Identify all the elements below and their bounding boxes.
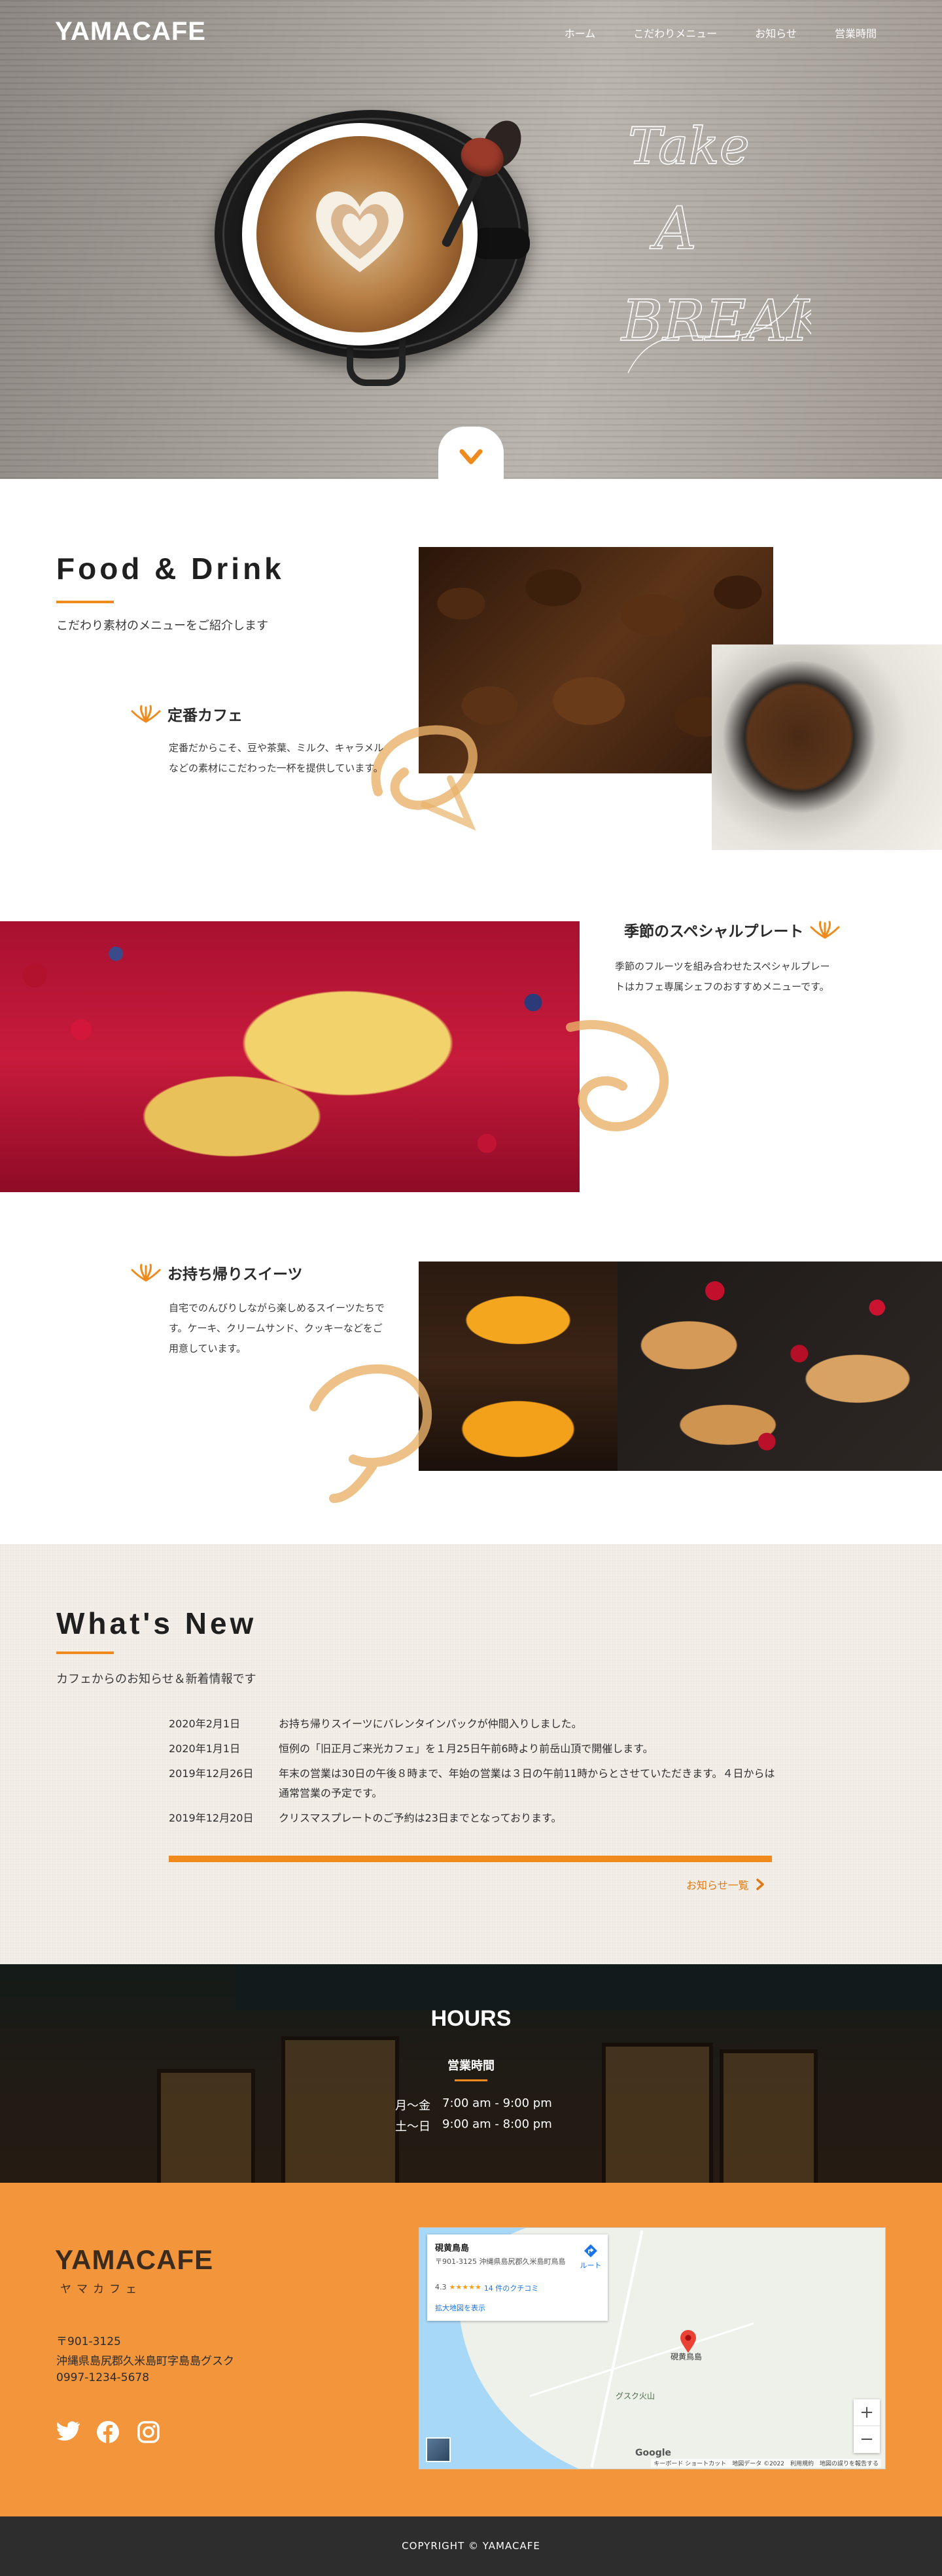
map-rating-value: 4.3: [435, 2283, 447, 2291]
map-satellite-toggle[interactable]: [426, 2437, 451, 2462]
hero-section: YAMACAFE ホーム こだわりメニュー お知らせ 営業時間 Take A B…: [0, 0, 942, 479]
news-text: 年末の営業は30日の午後８時まで、年始の営業は３日の午前11時からとさせていただ…: [279, 1767, 775, 1799]
chevron-down-icon: [459, 449, 483, 465]
hours-underline: [455, 2079, 487, 2081]
script-take: Take: [628, 117, 750, 176]
chevron-right-icon: [756, 1879, 764, 1890]
latte-heart-art: [316, 191, 404, 272]
map-peak-label: グスク火山: [616, 2391, 655, 2401]
map-pin-icon[interactable]: [680, 2330, 697, 2354]
footer-logo[interactable]: YAMACAFE: [55, 2244, 213, 2276]
crepe-plate-image: [0, 921, 580, 1192]
footer-phone[interactable]: 0997-1234-5678: [56, 2371, 149, 2384]
map-place-name: 硯黄鳥島: [435, 2244, 470, 2253]
news-list-label: お知らせ一覧: [686, 1879, 749, 1892]
star-icon: ★★★★★: [449, 2283, 481, 2291]
hours-time: 9:00 am - 8:00 pm: [442, 2117, 552, 2131]
title-underline: [56, 1651, 114, 1654]
script-a: A: [650, 194, 697, 263]
news-date: 2020年1月1日: [169, 1742, 241, 1755]
leaf-icon: [810, 921, 840, 939]
hero-script-text: Take A BREAK: [619, 116, 811, 374]
news-date: 2019年12月26日: [169, 1767, 254, 1780]
zoom-in-button[interactable]: +: [854, 2399, 880, 2426]
hours-section: [0, 1964, 942, 2183]
leaf-icon: [131, 705, 161, 723]
menu-item-1-heading: 定番カフェ: [131, 703, 243, 725]
hours-subtitle: 営業時間: [447, 2059, 495, 2073]
menu-item-2-desc: 季節のフルーツを組み合わせたスペシャルプレートはカフェ専属シェフのおすすめメニュ…: [615, 961, 830, 993]
facebook-icon[interactable]: [97, 2421, 119, 2443]
map-rating: 4.3 ★★★★★ 14 件のクチコミ: [435, 2283, 538, 2293]
map-reviews-link[interactable]: 14 件のクチコミ: [484, 2283, 539, 2293]
map-route-label: ルート: [580, 2261, 602, 2270]
decorative-swirl: [309, 1364, 432, 1503]
map-place-address: 〒901-3125 沖縄県島尻郡久米島町鳥島: [435, 2257, 566, 2266]
menu-item-3-desc: 自宅でのんびりしながら楽しめるスイーツたちです。ケーキ、クリームサンド、クッキー…: [169, 1302, 385, 1354]
news-text: クリスマスプレートのご予約は23日までとなっております。: [279, 1812, 562, 1824]
google-map[interactable]: 硯黄鳥島 〒901-3125 沖縄県島尻郡久米島町鳥島 4.3 ★★★★★ 14…: [419, 2227, 886, 2469]
main-nav: ホーム こだわりメニュー お知らせ 営業時間: [565, 25, 877, 41]
food-drink-subtitle: こだわり素材のメニューをご紹介します: [56, 619, 268, 633]
copyright: COPYRIGHT © YAMACAFE: [0, 2516, 942, 2576]
hours-row: 土〜日 9:00 am - 8:00 pm: [395, 2117, 552, 2134]
page: YAMACAFE ホーム こだわりメニュー お知らせ 営業時間 Take A B…: [0, 0, 942, 2576]
footer-logo-sub: ヤマカフェ: [60, 2283, 142, 2296]
menu-item-2-title: 季節のスペシャルプレート: [624, 923, 804, 940]
hours-days: 月〜金: [395, 2099, 430, 2113]
script-break: BREAK: [620, 289, 811, 354]
news-item[interactable]: 2020年1月1日 恒例の「旧正月ご来光カフェ」を１月25日午前6時より前岳山頂…: [169, 1739, 776, 1759]
news-subtitle: カフェからのお知らせ＆新着情報です: [56, 1672, 256, 1686]
scroll-down-button[interactable]: [438, 427, 504, 479]
news-title: What's New: [56, 1606, 257, 1640]
site-logo[interactable]: YAMACAFE: [55, 17, 206, 46]
zoom-out-button[interactable]: −: [854, 2426, 880, 2453]
nav-news[interactable]: お知らせ: [755, 25, 797, 41]
news-text: 恒例の「旧正月ご来光カフェ」を１月25日午前6時より前岳山頂で開催します。: [279, 1742, 654, 1755]
directions-icon: [584, 2244, 597, 2257]
hours-title: HOURS: [430, 2006, 512, 2031]
news-list-link[interactable]: お知らせ一覧: [686, 1877, 765, 1892]
menu-item-1-desc: 定番だからこそ、豆や茶葉、ミルク、キャラメルなどの素材にこだわった一杯を提供して…: [169, 742, 384, 774]
map-attribution[interactable]: キーボード ショートカット 地図データ ©2022 利用規約 地図の誤りを報告す…: [651, 2459, 881, 2467]
map-place-card: 硯黄鳥島 〒901-3125 沖縄県島尻郡久米島町鳥島 4.3 ★★★★★ 14…: [427, 2234, 608, 2321]
menu-item-3-title: お持ち帰りスイーツ: [167, 1266, 303, 1283]
map-route-button[interactable]: ルート: [578, 2244, 604, 2270]
footer-address: 沖縄県島尻郡久米島町字島島グスク: [56, 2355, 234, 2368]
menu-item-1-title: 定番カフェ: [167, 707, 243, 724]
espresso-grounds-image: [712, 644, 942, 850]
news-date: 2020年2月1日: [169, 1718, 241, 1730]
title-underline: [56, 601, 114, 603]
hours-overlay: [0, 1964, 942, 2183]
instagram-icon[interactable]: [137, 2421, 160, 2443]
news-item[interactable]: 2019年12月26日 年末の営業は30日の午後８時まで、年始の営業は３日の午前…: [169, 1764, 776, 1803]
twitter-icon[interactable]: [56, 2421, 80, 2441]
nav-hours[interactable]: 営業時間: [835, 25, 877, 41]
news-item[interactable]: 2019年12月20日 クリスマスプレートのご予約は23日までとなっております。: [169, 1808, 776, 1828]
news-item[interactable]: 2020年2月1日 お持ち帰りスイーツにバレンタインパックが仲間入りしました。: [169, 1714, 776, 1734]
nav-menu[interactable]: こだわりメニュー: [633, 25, 717, 41]
hours-days: 土〜日: [395, 2120, 430, 2134]
map-pin-label: 硯黄鳥島: [671, 2352, 703, 2361]
menu-item-3-heading: お持ち帰りスイーツ: [131, 1262, 303, 1284]
map-enlarge-link[interactable]: 拡大地図を表示: [435, 2303, 485, 2313]
menu-item-2-heading: 季節のスペシャルプレート: [624, 919, 840, 941]
decorative-swirl: [566, 1020, 669, 1131]
news-date: 2019年12月20日: [169, 1812, 254, 1824]
nav-home[interactable]: ホーム: [565, 25, 596, 41]
news-divider: [169, 1856, 772, 1862]
news-text: お持ち帰りスイーツにバレンタインパックが仲間入りしました。: [279, 1718, 582, 1730]
strawberry-croissant-image: [618, 1262, 942, 1471]
map-zoom-control: + −: [854, 2399, 880, 2453]
leaf-icon: [131, 1263, 161, 1282]
hours-time: 7:00 am - 9:00 pm: [442, 2096, 552, 2110]
footer-postal: 〒901-3125: [56, 2335, 121, 2348]
google-logo: Google: [635, 2448, 672, 2458]
hours-row: 月〜金 7:00 am - 9:00 pm: [395, 2096, 552, 2113]
cup-handle: [471, 228, 530, 259]
food-drink-title: Food & Drink: [56, 552, 285, 586]
